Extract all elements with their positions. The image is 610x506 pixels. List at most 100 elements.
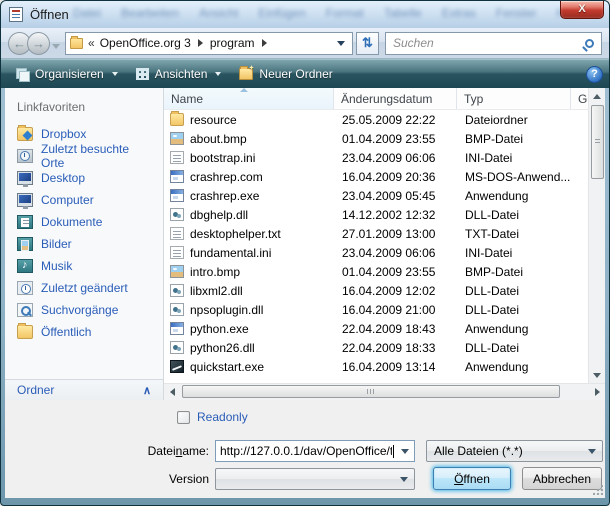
file-type: DLL-Datei	[457, 341, 588, 355]
public-icon	[17, 325, 33, 339]
file-list: Name Änderungsdatum Typ G resource 25.05…	[164, 88, 605, 400]
history-dropdown-icon[interactable]	[52, 44, 60, 49]
filetype-select[interactable]: Alle Dateien (*.*)	[426, 440, 603, 462]
dll-file-icon	[170, 341, 184, 354]
column-header-name[interactable]: Name	[164, 88, 334, 109]
dialog-title: Öffnen	[30, 7, 69, 22]
text-cursor	[393, 445, 394, 458]
organize-button[interactable]: Organisieren	[7, 62, 127, 86]
file-type: INI-Datei	[457, 246, 588, 260]
vertical-scroll-thumb[interactable]	[591, 105, 604, 179]
vertical-scrollbar[interactable]	[588, 88, 605, 383]
filename-value: http://127.0.0.1/dav/OpenOffice/text.odt	[220, 444, 392, 458]
arrow-left-icon	[170, 388, 175, 396]
sidebar-item-music[interactable]: Musik	[5, 255, 163, 277]
table-row[interactable]: crashrep.exe 23.04.2009 05:45 Anwendung	[164, 186, 588, 205]
quickstart-file-icon	[170, 360, 184, 373]
table-row[interactable]: quickstart.exe 16.04.2009 13:14 Anwendun…	[164, 357, 588, 376]
table-row[interactable]: python26.dll 22.04.2009 18:33 DLL-Datei	[164, 338, 588, 357]
chevron-down-icon	[215, 72, 221, 76]
background-menu-item: Tabelle	[384, 6, 422, 20]
folders-expander[interactable]: Ordner ∧	[5, 379, 163, 400]
filetype-value: Alle Dateien (*.*)	[434, 444, 523, 458]
table-row[interactable]: about.bmp 01.04.2009 23:55 BMP-Datei	[164, 129, 588, 148]
views-button[interactable]: Ansichten	[127, 62, 231, 86]
scroll-left-button[interactable]	[164, 384, 180, 400]
readonly-checkbox[interactable]	[177, 411, 190, 424]
column-header-size[interactable]: G	[571, 88, 588, 109]
table-row[interactable]: npsoplugin.dll 16.04.2009 21:00 DLL-Date…	[164, 300, 588, 319]
file-type: DLL-Datei	[457, 284, 588, 298]
background-menu-item: Fenster	[496, 6, 537, 20]
table-row[interactable]: desktophelper.txt 27.01.2009 13:00 TXT-D…	[164, 224, 588, 243]
file-name: fundamental.ini	[190, 246, 271, 260]
file-type: BMP-Datei	[457, 132, 588, 146]
sidebar-item-computer[interactable]: Computer	[5, 189, 163, 211]
refresh-button[interactable]: ⇅	[356, 32, 379, 55]
sidebar-item-documents[interactable]: Dokumente	[5, 211, 163, 233]
breadcrumb-item-openoffice[interactable]: OpenOffice.org 3	[100, 36, 191, 50]
sidebar-item-search[interactable]: Suchvorgänge	[5, 299, 163, 321]
column-headers: Name Änderungsdatum Typ G	[164, 88, 588, 110]
file-name: libxml2.dll	[190, 284, 243, 298]
table-row[interactable]: dbghelp.dll 14.12.2002 12:32 DLL-Datei	[164, 205, 588, 224]
cancel-button[interactable]: Abbrechen	[522, 467, 602, 490]
chevron-right-icon[interactable]	[262, 39, 267, 47]
table-row[interactable]: python.exe 22.04.2009 18:43 Anwendung	[164, 319, 588, 338]
breadcrumb[interactable]: « OpenOffice.org 3 program	[65, 32, 353, 55]
sidebar-item-desktop[interactable]: Desktop	[5, 167, 163, 189]
column-header-type[interactable]: Typ	[457, 88, 571, 109]
scroll-right-button[interactable]	[589, 384, 605, 400]
breadcrumb-item-program[interactable]: program	[210, 36, 255, 50]
version-select[interactable]	[215, 468, 415, 490]
table-row[interactable]: libxml2.dll 16.04.2009 12:02 DLL-Datei	[164, 281, 588, 300]
arrow-right-icon	[595, 388, 600, 396]
column-header-date[interactable]: Änderungsdatum	[334, 88, 457, 109]
horizontal-scroll-thumb[interactable]	[182, 385, 560, 398]
app-file-icon	[170, 170, 184, 183]
table-row[interactable]: intro.bmp 01.04.2009 23:55 BMP-Datei	[164, 262, 588, 281]
close-button[interactable]: X	[560, 1, 604, 19]
address-dropdown-icon[interactable]	[337, 41, 345, 46]
views-grid-icon	[136, 68, 149, 80]
file-type: Anwendung	[457, 322, 588, 336]
background-window-menu-blur: DateiBearbeitenAnsichtEinfügenFormatTabe…	[73, 6, 581, 20]
file-type: Anwendung	[457, 360, 588, 374]
background-menu-item: Extras	[442, 6, 476, 20]
bmp-file-icon	[170, 265, 184, 278]
table-row[interactable]: crashrep.com 16.04.2009 20:36 MS-DOS-Anw…	[164, 167, 588, 186]
search-input[interactable]: Suchen	[385, 32, 602, 55]
navigation-bar: ← → « OpenOffice.org 3 program ⇅ Suchen	[1, 28, 609, 59]
titlebar[interactable]: DateiBearbeitenAnsichtEinfügenFormatTabe…	[1, 1, 609, 28]
table-row[interactable]: resource 25.05.2009 22:22 Dateiordner	[164, 110, 588, 129]
scroll-down-button[interactable]	[589, 367, 605, 383]
search-icon	[17, 303, 33, 317]
file-name: resource	[190, 113, 237, 127]
sidebar-item-recent[interactable]: Zuletzt besuchte Orte	[5, 145, 163, 167]
forward-button[interactable]: →	[27, 32, 50, 55]
open-button[interactable]: Öffnen	[433, 467, 511, 490]
sidebar-item-changed[interactable]: Zuletzt geändert	[5, 277, 163, 299]
table-row[interactable]: fundamental.ini 23.04.2009 06:06 INI-Dat…	[164, 243, 588, 262]
dll-file-icon	[170, 208, 184, 221]
dll-file-icon	[170, 303, 184, 316]
dropbox-icon	[17, 127, 33, 141]
background-menu-item: Einfügen	[258, 6, 305, 20]
new-folder-button[interactable]: Neuer Ordner	[230, 62, 341, 86]
sidebar-item-public[interactable]: Öffentlich	[5, 321, 163, 343]
table-row[interactable]: bootstrap.ini 23.04.2009 06:06 INI-Datei	[164, 148, 588, 167]
filename-input[interactable]: http://127.0.0.1/dav/OpenOffice/text.odt	[215, 440, 415, 462]
help-button[interactable]: ?	[586, 66, 603, 83]
filename-dropdown-icon[interactable]	[401, 449, 409, 454]
breadcrumb-overflow-chevron[interactable]: «	[88, 36, 95, 50]
horizontal-scrollbar[interactable]	[164, 383, 605, 400]
file-type: DLL-Datei	[457, 208, 588, 222]
scroll-up-button[interactable]	[589, 88, 605, 104]
recent-icon	[17, 149, 33, 163]
folder-file-icon	[170, 113, 184, 126]
sidebar-item-pictures[interactable]: Bilder	[5, 233, 163, 255]
file-type: TXT-Datei	[457, 227, 588, 241]
file-name: dbghelp.dll	[190, 208, 248, 222]
chevron-right-icon[interactable]	[198, 39, 203, 47]
resize-grip[interactable]	[593, 485, 603, 495]
